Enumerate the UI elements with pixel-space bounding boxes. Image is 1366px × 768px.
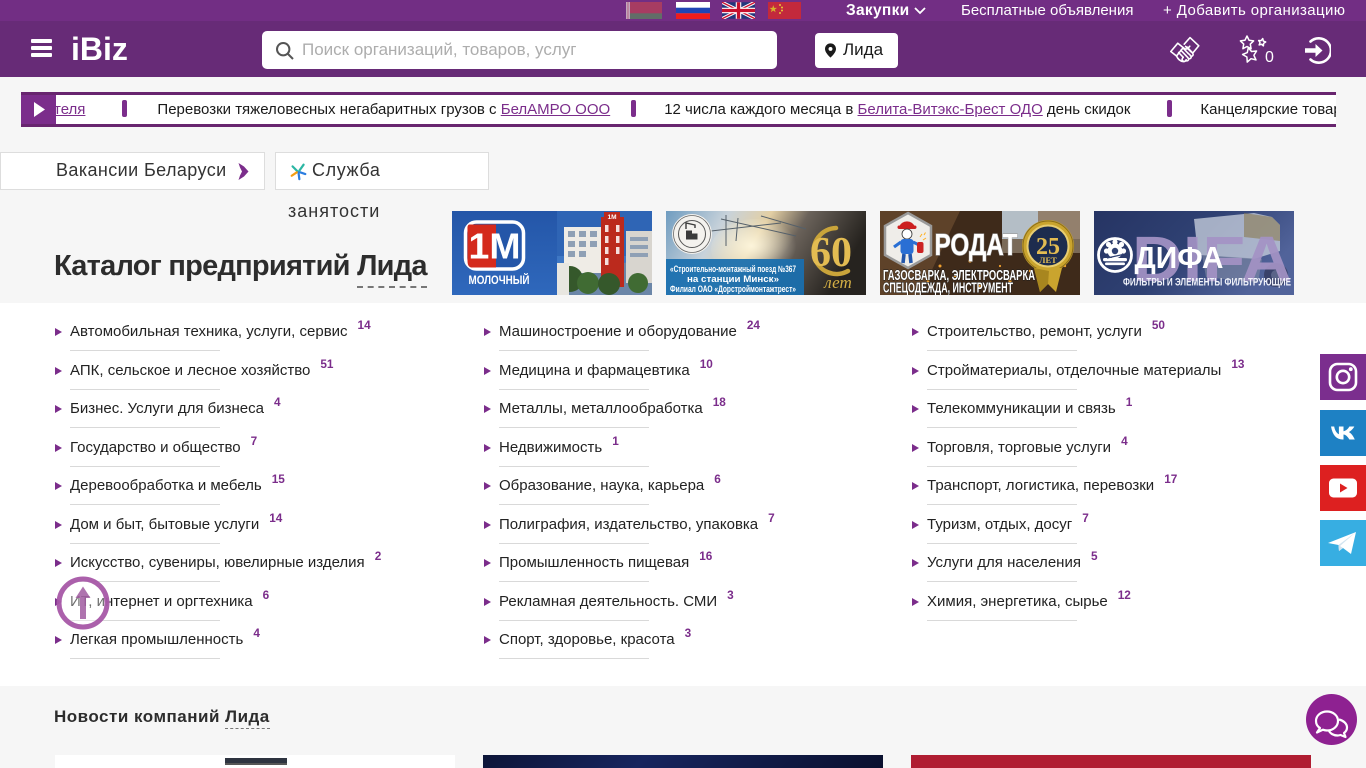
svg-text:1М: 1М <box>607 214 616 221</box>
svg-text:60: 60 <box>810 230 852 276</box>
svg-text:ЛЕТ: ЛЕТ <box>1039 255 1057 265</box>
svg-text:Филиал ОАО «Дорстроймонтажтрес: Филиал ОАО «Дорстроймонтажтрест» <box>670 284 796 294</box>
svg-text:лет: лет <box>823 273 851 292</box>
svg-text:ДИФА: ДИФА <box>1135 240 1224 275</box>
svg-text:ФИЛЬТРЫ И ЭЛЕМЕНТЫ ФИЛЬТРУЮЩИЕ: ФИЛЬТРЫ И ЭЛЕМЕНТЫ ФИЛЬТРУЮЩИЕ <box>1123 277 1291 289</box>
svg-text:МОЛОЧНЫЙ: МОЛОЧНЫЙ <box>469 274 530 287</box>
svg-text:РОДАТ: РОДАТ <box>935 227 1018 262</box>
svg-text:1М: 1М <box>469 226 521 267</box>
svg-text:«Строительно-монтажный поезд №: «Строительно-монтажный поезд №367 <box>670 264 796 274</box>
svg-text:на станции Минск»: на станции Минск» <box>687 274 779 284</box>
svg-text:СПЕЦОДЕЖДА, ИНСТРУМЕНТ: СПЕЦОДЕЖДА, ИНСТРУМЕНТ <box>883 281 1013 296</box>
